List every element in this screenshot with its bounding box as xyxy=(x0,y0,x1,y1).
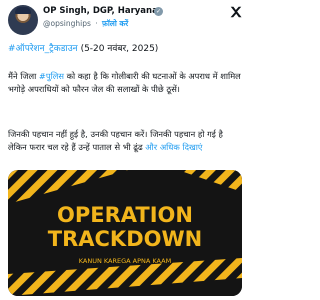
hashtag-line: #ऑपरेशन_ट्रैकडाउन (5-20 नवंबर, 2025) xyxy=(8,43,244,55)
date-range: (5-20 नवंबर, 2025) xyxy=(80,44,159,54)
x-logo-icon[interactable] xyxy=(229,5,243,19)
post-paragraph-2: जिनकी पहचान नहीं हुई है, उनकी पहचान करें… xyxy=(8,128,244,153)
separator: · xyxy=(95,19,98,28)
author-name[interactable]: OP Singh, DGP, Haryana xyxy=(43,6,158,16)
media-tagline: KANUN KAREGA APNA KAAM xyxy=(79,257,171,265)
para1-text-pre: मैंने जिला xyxy=(8,71,39,81)
hashtag-operation-trackdown[interactable]: #ऑपरेशन_ट्रैकडाउन xyxy=(8,44,78,54)
follow-button[interactable]: फ़ॉलो करें xyxy=(102,19,128,28)
post-media-image[interactable]: OPERATION TRACKDOWN KANUN KAREGA APNA KA… xyxy=(8,170,242,296)
post-card: OP Singh, DGP, Haryana ✓ @opsinghips · फ… xyxy=(0,0,251,300)
operation-trackdown-graphic: OPERATION TRACKDOWN KANUN KAREGA APNA KA… xyxy=(8,170,242,296)
hashtag-police[interactable]: #पुलिस xyxy=(39,71,64,81)
author-avatar[interactable] xyxy=(8,5,38,35)
post-paragraph-1: मैंने जिला #पुलिस को कहा है कि गोलीबारी … xyxy=(8,70,244,95)
media-title-line2: TRACKDOWN xyxy=(48,227,202,251)
author-handle[interactable]: @opsinghips xyxy=(43,19,91,28)
verified-badge-icon: ✓ xyxy=(154,7,163,16)
media-title-line1: OPERATION xyxy=(57,203,193,227)
author-handle-row: @opsinghips · फ़ॉलो करें xyxy=(43,19,128,29)
show-more-link[interactable]: और अधिक दिखाएं xyxy=(145,142,202,152)
